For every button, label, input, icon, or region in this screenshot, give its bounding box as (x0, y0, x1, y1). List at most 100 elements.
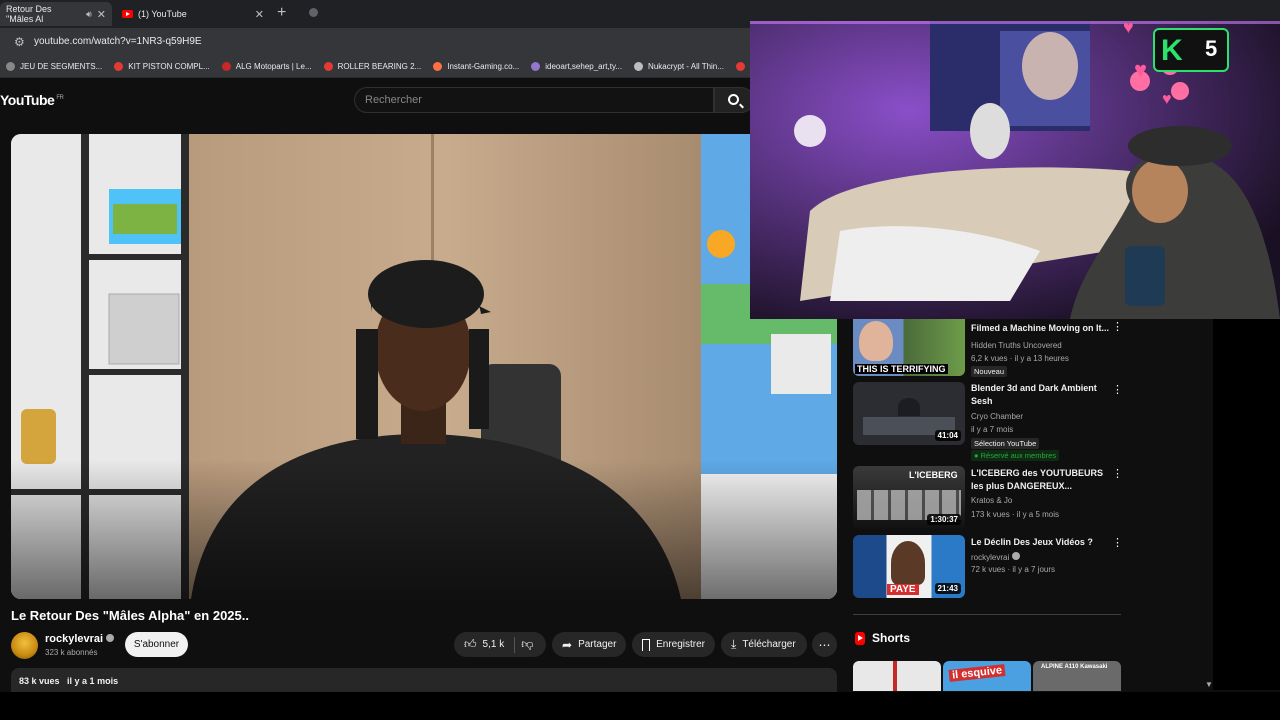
bookmark-item[interactable]: ROLLER BEARING 2... (318, 62, 428, 71)
bookmark-item[interactable]: JEU DE SEGMENTS... (0, 62, 108, 71)
more-actions-button[interactable]: ⋯ (812, 632, 837, 657)
bookmark-icon (642, 638, 651, 651)
video-title: Le Retour Des "Mâles Alpha" en 2025.. (11, 608, 249, 623)
recommendation-item[interactable]: L'ICEBERG 1:30:37 L'ICEBERG des YOUTUBEU… (853, 466, 1133, 530)
more-vertical-icon[interactable]: ⋮ (1112, 322, 1123, 333)
thumb-overlay-text: PAYE (887, 584, 919, 595)
short-thumbnail[interactable] (853, 661, 941, 691)
members-only-label: Réservé aux membres (980, 451, 1057, 460)
shorts-title: Shorts (872, 631, 911, 645)
section-divider (853, 614, 1121, 615)
k-logo-icon: K (1161, 34, 1183, 67)
short-label: il esquive (948, 664, 1006, 682)
save-label: Enregistrer (656, 639, 705, 650)
url-field[interactable]: youtube.com/watch?v=1NR3-q59H9E (34, 36, 202, 47)
recommendation-channel[interactable]: Cryo Chamber (971, 412, 1023, 421)
heart-icon: ♥ (1123, 21, 1134, 37)
short-thumbnail[interactable]: ALPINE A110 Kawasaki (1033, 661, 1121, 691)
search-button[interactable] (714, 87, 754, 113)
recommendation-title[interactable]: Blender 3d and Dark Ambient Sesh (971, 382, 1111, 408)
stream-logo-badge: K 5 (1153, 28, 1229, 72)
share-button[interactable]: ➦ Partager (552, 632, 626, 657)
video-player[interactable] (11, 134, 837, 599)
bookmark-label: Nukacrypt - All Thin... (648, 62, 724, 71)
tab-search-icon[interactable] (309, 8, 318, 17)
download-icon: ⤓ (731, 637, 737, 651)
recommendation-item[interactable]: THIS IS TERRIFYING Filmed a Machine Movi… (853, 313, 1133, 377)
scroll-down-icon[interactable]: ▼ (1205, 680, 1213, 689)
channel-name[interactable]: rockylevrai (45, 633, 115, 645)
recommendation-thumbnail[interactable]: L'ICEBERG 1:30:37 (853, 466, 965, 529)
channel-name-text: rockylevrai (45, 633, 104, 645)
region-code: FR (56, 95, 64, 102)
recommendation-title[interactable]: L'ICEBERG des YOUTUBEURS les plus DANGER… (971, 467, 1111, 493)
members-only-badge: ● Réservé aux membres (971, 450, 1060, 461)
close-tab-icon[interactable]: ✕ (97, 8, 106, 21)
bookmark-item[interactable]: Instant-Gaming.co... (427, 62, 525, 71)
view-count: 83 k vues (19, 676, 60, 686)
bookmark-favicon-icon (323, 62, 333, 71)
more-vertical-icon[interactable]: ⋮ (1112, 469, 1123, 480)
save-button[interactable]: Enregistrer (632, 632, 715, 657)
short-thumbnail[interactable]: il esquive (943, 661, 1031, 691)
like-count[interactable]: 5,1 k (483, 639, 505, 650)
subscriber-count: 323 k abonnés (45, 648, 98, 657)
like-icon[interactable]: 👍︎ (464, 637, 477, 652)
recommendation-channel[interactable]: Kratos & Jo (971, 496, 1012, 505)
shorts-heading: Shorts (855, 631, 910, 645)
bookmark-item[interactable]: ALG Motoparts | Le... (216, 62, 318, 71)
download-label: Télécharger (742, 639, 796, 650)
video-duration: 1:30:37 (927, 514, 961, 525)
recommendation-title[interactable]: Le Déclin Des Jeux Vidéos ? (971, 536, 1111, 549)
like-dislike-group: 👍︎ 5,1 k 👎︎ (454, 632, 546, 657)
bookmark-item[interactable]: ideoart,sehep_art,ty... (525, 62, 628, 71)
site-settings-icon[interactable]: ⚙︎ (14, 35, 25, 49)
like-divider (514, 636, 516, 653)
download-button[interactable]: ⤓ Télécharger (721, 632, 807, 657)
more-vertical-icon[interactable]: ⋮ (1112, 538, 1123, 549)
bookmark-favicon-icon (6, 62, 15, 71)
bookmark-favicon-icon (531, 62, 541, 71)
recommendation-item[interactable]: 41:04 Blender 3d and Dark Ambient Sesh C… (853, 382, 1133, 462)
youtube-favicon-icon (122, 10, 133, 18)
tab-current-video[interactable]: Retour Des "Mâles Al 🔊︎ ✕ (0, 2, 112, 26)
dislike-icon[interactable]: 👎︎ (521, 637, 533, 652)
recommendation-thumbnail[interactable]: PAYE 21:43 (853, 535, 965, 598)
share-label: Partager (578, 639, 617, 650)
recommendation-meta: il y a 7 mois (971, 425, 1014, 434)
thumb-overlay-text: THIS IS TERRIFYING (855, 364, 948, 374)
channel-avatar[interactable] (11, 632, 38, 659)
bookmark-item[interactable]: Nukacrypt - All Thin... (628, 62, 730, 71)
youtube-selection-badge: Sélection YouTube (971, 438, 1040, 449)
tab-youtube[interactable]: (1) YouTube ✕ (116, 2, 270, 26)
close-tab-icon[interactable]: ✕ (255, 8, 264, 21)
recommendation-item[interactable]: PAYE 21:43 Le Déclin Des Jeux Vidéos ? r… (853, 535, 1133, 599)
new-badge: Nouveau (971, 366, 1008, 377)
bookmark-label: ALG Motoparts | Le... (235, 62, 312, 71)
recommendation-channel[interactable]: rockylevrai (971, 552, 1021, 562)
thumb-person (891, 541, 925, 585)
shorts-icon (855, 631, 865, 645)
video-duration: 41:04 (934, 430, 961, 441)
recommendation-thumbnail[interactable]: 41:04 (853, 382, 965, 445)
description-box[interactable]: 83 k vues il y a 1 mois (11, 668, 837, 692)
more-horizontal-icon: ⋯ (818, 637, 831, 652)
logo-text: YouTube (0, 92, 55, 108)
bookmark-favicon-icon (634, 62, 644, 71)
search-input[interactable]: Rechercher (354, 87, 714, 113)
channel-name-text: rockylevrai (971, 553, 1010, 562)
bookmark-label: ROLLER BEARING 2... (337, 62, 422, 71)
face-graphic (859, 321, 893, 361)
share-icon: ➦ (562, 637, 573, 652)
recommendation-title[interactable]: Filmed a Machine Moving on It... (971, 322, 1111, 335)
more-vertical-icon[interactable]: ⋮ (1112, 385, 1123, 396)
youtube-logo[interactable]: YouTube FR (0, 92, 64, 108)
new-tab-button[interactable]: + (277, 4, 286, 22)
recommendation-meta: 6,2 k vues · il y a 13 heures (971, 354, 1069, 363)
recommendation-thumbnail[interactable]: THIS IS TERRIFYING (853, 313, 965, 376)
subscribe-button[interactable]: S'abonner (125, 632, 188, 657)
recommendation-channel[interactable]: Hidden Truths Uncovered (971, 341, 1062, 350)
recommendation-meta: 72 k vues · il y a 7 jours (971, 565, 1056, 574)
bookmark-favicon-icon (114, 62, 124, 71)
bookmark-item[interactable]: KIT PISTON COMPL... (108, 62, 216, 71)
